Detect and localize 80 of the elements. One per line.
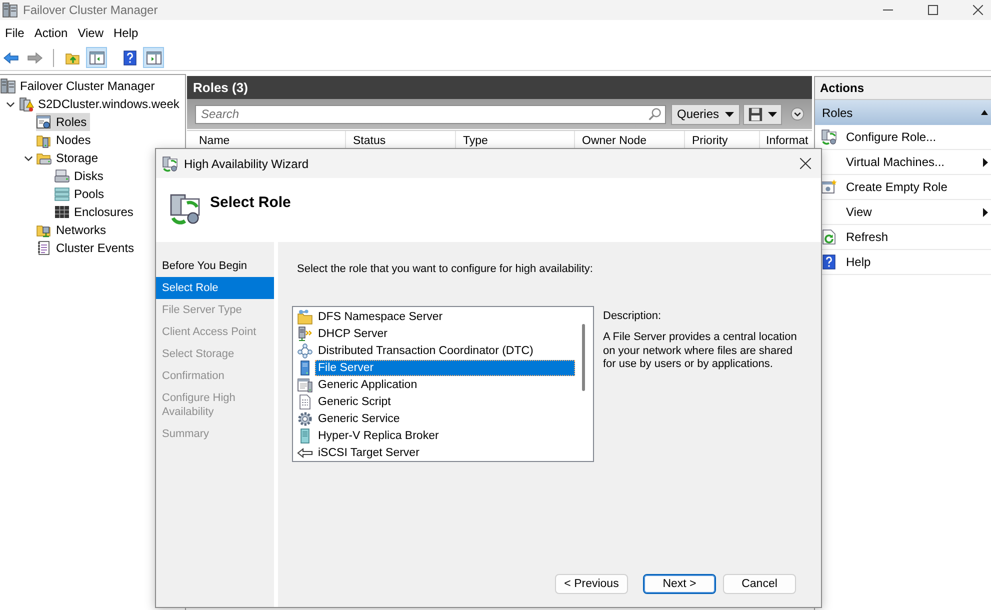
queries-button[interactable]: Queries bbox=[671, 104, 740, 124]
tree-item[interactable]: Cluster Events bbox=[36, 239, 138, 257]
role-list-item[interactable]: Generic Service bbox=[315, 410, 575, 426]
pane-icon bbox=[88, 50, 104, 66]
server-stack-icon bbox=[2, 2, 18, 18]
dialog-button[interactable]: < Previous bbox=[555, 574, 628, 594]
role-list-item[interactable]: File Server bbox=[315, 360, 575, 376]
help-icon bbox=[122, 50, 138, 66]
dialog-button[interactable]: Cancel bbox=[723, 574, 796, 594]
menu-item[interactable]: Action bbox=[29, 22, 73, 42]
dialog-title: High Availability Wizard bbox=[184, 156, 308, 170]
maximize-icon bbox=[928, 5, 938, 15]
role-list-item[interactable]: iSCSI Target Server bbox=[315, 444, 575, 460]
tree-item[interactable]: Roles bbox=[36, 113, 90, 131]
role-list-item[interactable]: DFS Namespace Server bbox=[315, 308, 575, 324]
document-icon bbox=[297, 394, 313, 410]
window-gear-icon bbox=[36, 114, 52, 130]
servers-warning-icon bbox=[18, 96, 34, 112]
role-list-item[interactable]: Generic Application bbox=[315, 376, 575, 392]
wizard-step[interactable]: Before You Begin bbox=[156, 255, 274, 277]
caret-down-icon bbox=[725, 112, 734, 116]
window-title: Failover Cluster Manager bbox=[23, 3, 158, 17]
role-list[interactable]: DFS Namespace Server DHCP Server Distributed Transaction Coordinator (DTC) File Server Generic Application Generic Script Generic Service Hyper-V Replica Broker iSCSI Target Server bbox=[292, 306, 594, 462]
tree-item[interactable]: Pools bbox=[54, 185, 108, 203]
scrollbar-thumb[interactable] bbox=[582, 324, 585, 391]
stacked-disks-icon bbox=[54, 186, 70, 202]
tree-item[interactable]: Enclosures bbox=[54, 203, 136, 221]
server-icon bbox=[297, 326, 313, 342]
minimize-icon bbox=[883, 9, 893, 11]
server-arrows-icon bbox=[162, 156, 178, 172]
show-hide-action-pane-button[interactable] bbox=[143, 47, 164, 68]
window-server-icon bbox=[297, 376, 313, 392]
wizard-step[interactable]: Select Role bbox=[156, 277, 274, 299]
description-label: Description: bbox=[603, 309, 662, 323]
tree-item[interactable]: S2DCluster.windows.week bbox=[18, 95, 182, 113]
gear-icon bbox=[297, 410, 313, 426]
drive-icon bbox=[54, 168, 70, 184]
close-icon bbox=[973, 5, 983, 15]
arrow-left-icon bbox=[2, 50, 18, 66]
chevron-icon[interactable] bbox=[24, 154, 32, 162]
network-nodes-icon bbox=[297, 342, 313, 358]
help-icon bbox=[821, 254, 837, 270]
menu-item[interactable]: View bbox=[72, 22, 108, 42]
dialog-button[interactable]: Next > bbox=[643, 574, 716, 594]
folder-network-icon bbox=[297, 308, 313, 324]
role-list-item[interactable]: Distributed Transaction Coordinator (DTC) bbox=[315, 342, 575, 358]
role-list-item[interactable]: Hyper-V Replica Broker bbox=[315, 428, 575, 444]
arrow-right-icon bbox=[26, 50, 42, 66]
chevron-circle-icon[interactable] bbox=[791, 106, 804, 122]
section-title: Roles bbox=[822, 106, 853, 120]
tree-item[interactable]: Failover Cluster Manager bbox=[0, 77, 158, 95]
notepad-icon bbox=[36, 240, 52, 256]
command-link[interactable]: Configure Role... bbox=[815, 125, 991, 150]
role-list-item[interactable]: DHCP Server bbox=[315, 326, 575, 342]
section-header-bar[interactable]: Roles bbox=[815, 100, 991, 125]
pane-icon bbox=[146, 50, 162, 66]
search-field[interactable]: Search bbox=[195, 104, 666, 124]
actions-header: Actions bbox=[815, 77, 991, 100]
show-hide-tree-button[interactable] bbox=[86, 47, 107, 68]
close-icon bbox=[800, 158, 810, 169]
tree-item[interactable]: Nodes bbox=[36, 131, 94, 149]
menu-item[interactable]: File bbox=[0, 22, 30, 42]
description-text: A File Server provides a central location on your network where files are shared for use by users or by applications. bbox=[603, 331, 798, 372]
menu-item[interactable]: Help bbox=[108, 22, 144, 42]
server-stack-icon bbox=[0, 78, 16, 94]
page-heading: Select Role bbox=[210, 194, 291, 212]
tree-item[interactable]: Networks bbox=[36, 221, 110, 239]
role-list-item[interactable]: Generic Script bbox=[315, 394, 575, 410]
tree-item[interactable]: Storage bbox=[36, 149, 102, 167]
caret-down-icon bbox=[768, 112, 778, 116]
grid-icon bbox=[54, 204, 70, 220]
server-arrows-icon bbox=[821, 129, 837, 145]
column-header[interactable]: Informat bbox=[760, 131, 812, 151]
instruction-text: Select the role that you want to configure for high availability: bbox=[296, 262, 594, 276]
save-query-button[interactable] bbox=[743, 104, 782, 124]
server-arrows-icon bbox=[169, 193, 201, 225]
pane-title: Roles (3) bbox=[193, 80, 248, 95]
chevron-icon[interactable] bbox=[6, 100, 14, 108]
tree-item[interactable]: Disks bbox=[54, 167, 106, 185]
search-icon bbox=[648, 106, 662, 120]
